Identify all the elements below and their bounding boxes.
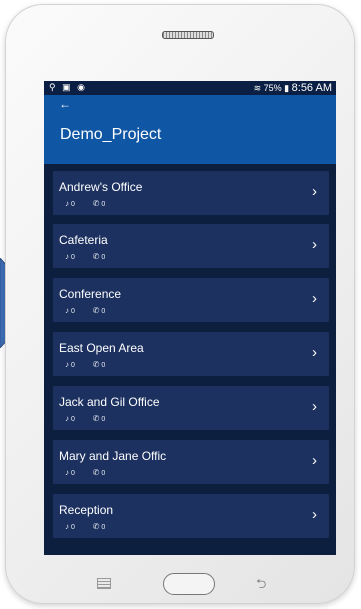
status-time: 8:56 AM: [291, 82, 332, 94]
chevron-right-icon: ›: [312, 398, 317, 415]
status-left-icons: ⚲ ▣ ◉: [49, 82, 87, 92]
chevron-right-icon: ›: [312, 344, 317, 361]
room-card-reception[interactable]: Reception ♪ 0 ✆ 0 ›: [53, 494, 329, 538]
chevron-right-icon: ›: [312, 290, 317, 307]
room-name: Andrew's Office: [59, 180, 143, 194]
sound-value: 0: [70, 362, 75, 369]
phone-icon: ✆: [92, 360, 100, 369]
room-name: East Open Area: [59, 341, 144, 355]
room-meta: ♪ 0 ✆ 0: [65, 414, 105, 423]
phone-icon: ✆: [92, 252, 100, 261]
call-value: 0: [101, 254, 106, 261]
room-name: Cafeteria: [59, 233, 108, 247]
chevron-right-icon: ›: [312, 183, 317, 200]
call-value: 0: [101, 416, 106, 423]
phone-icon: ✆: [92, 306, 100, 315]
status-right: ≋ 75% ▮ 8:56 AM: [254, 82, 332, 94]
room-card-east-open-area[interactable]: East Open Area ♪ 0 ✆ 0 ›: [53, 332, 329, 376]
sound-value: 0: [70, 416, 75, 423]
room-list: Andrew's Office ♪ 0 ✆ 0 › Cafeteria ♪ 0 …: [44, 164, 336, 555]
call-value: 0: [101, 470, 106, 477]
room-name: Conference: [59, 287, 122, 301]
room-card-cafeteria[interactable]: Cafeteria ♪ 0 ✆ 0 ›: [53, 224, 329, 268]
chevron-right-icon: ›: [312, 236, 317, 253]
back-key-icon[interactable]: ⮌: [256, 575, 266, 597]
sound-value: 0: [70, 254, 75, 261]
chevron-right-icon: ›: [312, 452, 317, 469]
room-name: Reception: [59, 503, 114, 517]
room-card-andrews-office[interactable]: Andrew's Office ♪ 0 ✆ 0 ›: [53, 171, 329, 215]
room-name: Mary and Jane Offic: [59, 449, 167, 463]
menu-key-icon[interactable]: [97, 578, 111, 589]
speaker-grille: [162, 31, 214, 39]
sound-value: 0: [70, 201, 75, 208]
music-note-icon: ♪: [65, 414, 69, 423]
room-meta: ♪ 0 ✆ 0: [65, 360, 105, 369]
phone-icon: ✆: [92, 522, 100, 531]
phone-icon: ✆: [92, 414, 100, 423]
call-value: 0: [101, 308, 106, 315]
room-card-mary-and-jane-office[interactable]: Mary and Jane Offic ♪ 0 ✆ 0 ›: [53, 440, 329, 484]
music-note-icon: ♪: [65, 522, 69, 531]
room-meta: ♪ 0 ✆ 0: [65, 252, 105, 261]
music-note-icon: ♪: [65, 468, 69, 477]
phone-icon: ✆: [92, 468, 100, 477]
music-note-icon: ♪: [65, 306, 69, 315]
room-name: Jack and Gil Office: [59, 395, 160, 409]
phone-icon: ✆: [92, 199, 100, 208]
sound-value: 0: [70, 524, 75, 531]
room-card-jack-and-gil-office[interactable]: Jack and Gil Office ♪ 0 ✆ 0 ›: [53, 386, 329, 430]
sound-value: 0: [70, 470, 75, 477]
room-meta: ♪ 0 ✆ 0: [65, 199, 105, 208]
call-value: 0: [101, 201, 106, 208]
call-value: 0: [101, 362, 106, 369]
room-meta: ♪ 0 ✆ 0: [65, 306, 105, 315]
home-button[interactable]: [163, 573, 215, 595]
app-bar: ← Demo_Project: [44, 95, 336, 164]
sound-value: 0: [70, 308, 75, 315]
chevron-right-icon: ›: [312, 506, 317, 523]
room-meta: ♪ 0 ✆ 0: [65, 522, 105, 531]
status-bar: ⚲ ▣ ◉ ≋ 75% ▮ 8:56 AM: [44, 81, 336, 95]
page-title: Demo_Project: [60, 126, 162, 143]
room-meta: ♪ 0 ✆ 0: [65, 468, 105, 477]
status-system-icons: ≋ 75% ▮: [253, 83, 290, 93]
music-note-icon: ♪: [65, 252, 69, 261]
back-arrow-icon[interactable]: ←: [59, 97, 71, 111]
music-note-icon: ♪: [65, 360, 69, 369]
music-note-icon: ♪: [65, 199, 69, 208]
call-value: 0: [101, 524, 106, 531]
device-screen: ⚲ ▣ ◉ ≋ 75% ▮ 8:56 AM ← Demo_Project And…: [44, 81, 336, 555]
room-card-conference[interactable]: Conference ♪ 0 ✆ 0 ›: [53, 278, 329, 322]
